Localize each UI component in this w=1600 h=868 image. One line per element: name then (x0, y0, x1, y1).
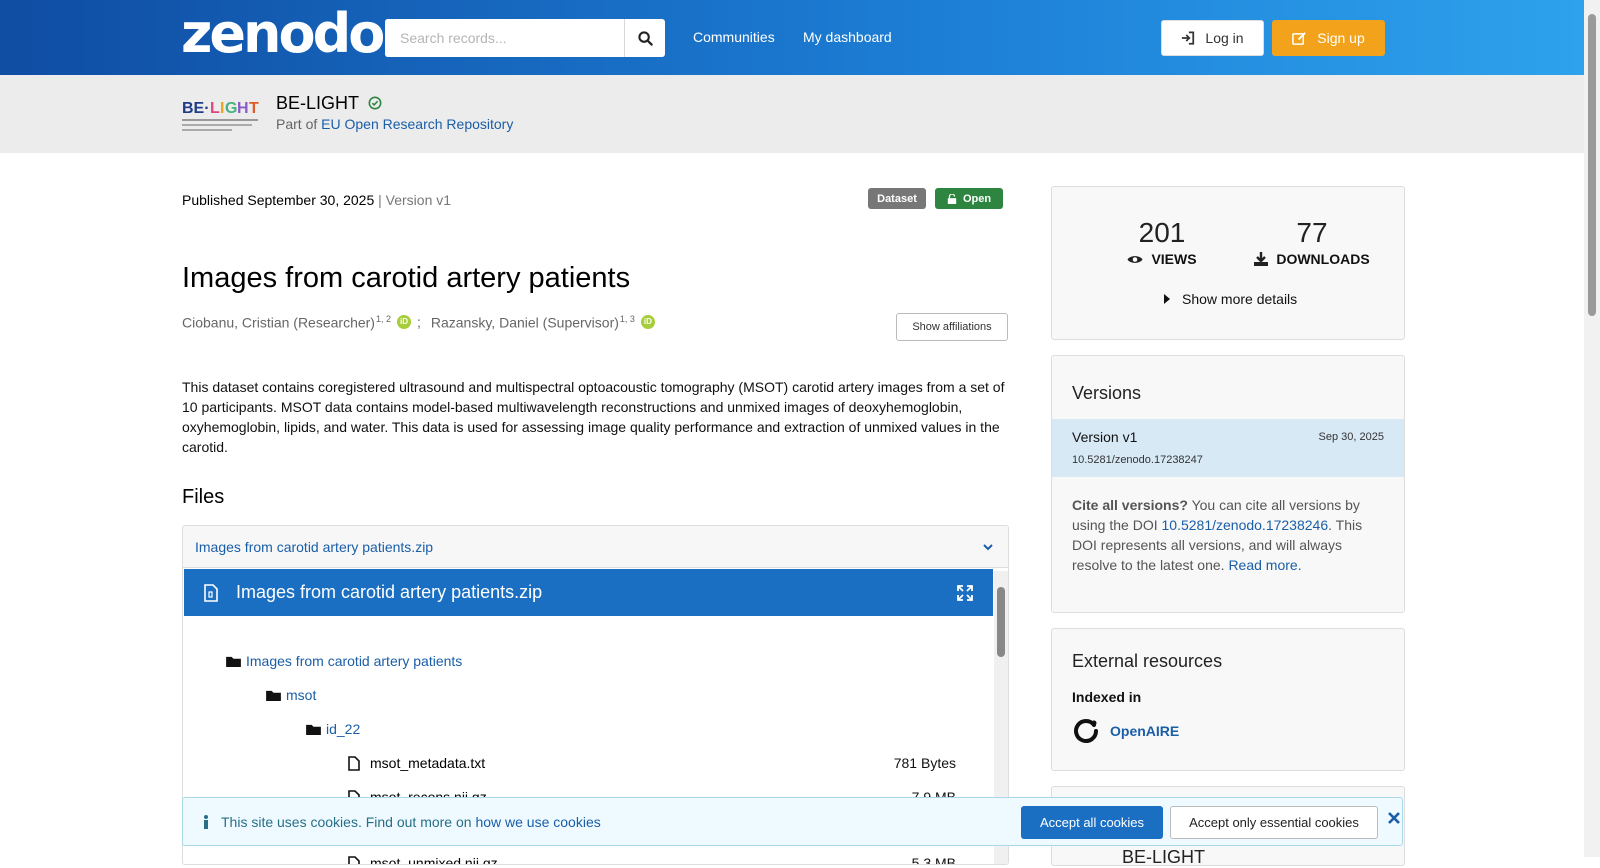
chevron-down-icon[interactable] (982, 541, 994, 553)
signup-label: Sign up (1317, 30, 1365, 46)
cookie-message: This site uses cookies. Find out more on… (221, 813, 601, 830)
nav-communities[interactable]: Communities (693, 29, 775, 45)
record-title: Images from carotid artery patients (182, 262, 631, 294)
tree-file: msot_unmixed.nii.gz 5.3 MB (348, 853, 993, 864)
parent-community-link[interactable]: EU Open Research Repository (321, 116, 513, 132)
search-icon (637, 30, 653, 46)
search-box (385, 19, 665, 57)
eye-icon (1127, 255, 1143, 263)
show-affiliations-button[interactable]: Show affiliations (896, 313, 1008, 341)
orcid-icon[interactable]: iD (396, 315, 411, 330)
community-title: BE-LIGHT (276, 93, 382, 114)
archive-file-link[interactable]: Images from carotid artery patients.zip (195, 539, 433, 555)
tree-folder[interactable]: id_22 (306, 719, 360, 739)
page-scrollbar[interactable] (1584, 0, 1600, 857)
community-name: BE-LIGHT (276, 93, 359, 113)
part-of-label: Part of (276, 116, 318, 132)
search-button[interactable] (624, 19, 665, 57)
svg-text:I: I (220, 100, 224, 117)
external-resources-heading: External resources (1072, 651, 1223, 671)
unlock-icon (947, 193, 957, 204)
svg-text:BE·: BE· (182, 100, 210, 117)
close-icon[interactable] (1388, 812, 1400, 824)
community-parent: Part of EU Open Research Repository (276, 116, 513, 132)
folder-icon (306, 724, 321, 735)
cookie-banner: This site uses cookies. Find out more on… (182, 797, 1403, 846)
published-date: Published September 30, 2025 (182, 192, 375, 208)
preview-scrollbar-thumb[interactable] (997, 587, 1005, 657)
external-resources-card: External resources Indexed in OpenAIRE (1051, 628, 1405, 771)
tree-folder[interactable]: Images from carotid artery patients (226, 651, 462, 671)
version-label: | Version v1 (378, 192, 452, 208)
folder-icon (266, 690, 281, 701)
folder-icon (226, 656, 241, 667)
version-item[interactable]: Version v1 Sep 30, 2025 10.5281/zenodo.1… (1052, 419, 1404, 477)
nav-my-dashboard[interactable]: My dashboard (803, 29, 892, 45)
expand-icon[interactable] (957, 584, 973, 601)
show-more-details-button[interactable]: Show more details (1164, 291, 1297, 307)
versions-heading: Versions (1072, 383, 1142, 403)
views-stat: 201 VIEWS (1112, 217, 1212, 267)
preview-title: Images from carotid artery patients.zip (236, 582, 543, 602)
accept-essential-cookies-button[interactable]: Accept only essential cookies (1170, 806, 1378, 839)
page-scrollbar-thumb[interactable] (1588, 14, 1596, 316)
search-input[interactable] (385, 19, 624, 57)
verified-icon (368, 96, 382, 110)
signup-button[interactable]: Sign up (1272, 20, 1385, 56)
read-more-link[interactable]: Read more. (1228, 557, 1301, 573)
creator-link[interactable]: Ciobanu, Cristian (Researcher)1, 2 (182, 314, 391, 331)
login-button[interactable]: Log in (1161, 20, 1264, 56)
caret-right-icon (1164, 294, 1170, 304)
views-count: 201 (1138, 217, 1186, 248)
creator-link[interactable]: Razansky, Daniel (Supervisor)1, 3 (431, 314, 635, 331)
stats-card: 201 VIEWS 77 DOWNLOADS Show more details (1051, 186, 1405, 340)
file-icon (348, 755, 360, 771)
openaire-icon (1074, 719, 1098, 743)
resource-type-badge: Dataset (868, 188, 926, 209)
openaire-label[interactable]: OpenAIRE (1110, 723, 1179, 739)
file-size: 781 Bytes (893, 755, 956, 771)
version-item-label[interactable]: Version v1 (1072, 429, 1137, 445)
info-icon (204, 815, 208, 829)
cite-all-versions: Cite all versions? You can cite all vers… (1072, 497, 1363, 573)
zenodo-logo[interactable]: zenodo (181, 6, 385, 62)
versions-card: Versions Version v1 Sep 30, 2025 10.5281… (1051, 355, 1405, 613)
svg-text:L: L (210, 100, 220, 117)
cite-all-heading: Cite all versions? (1072, 497, 1188, 513)
download-icon (1254, 252, 1269, 266)
show-more-details-label: Show more details (1182, 291, 1298, 307)
svg-text:H: H (237, 100, 249, 117)
community-card-title: BE-LIGHT (1122, 847, 1206, 867)
concept-doi-link[interactable]: 10.5281/zenodo.17238246 (1162, 517, 1329, 533)
downloads-label: DOWNLOADS (1276, 251, 1370, 267)
creators-list: Ciobanu, Cristian (Researcher)1, 2 iD ; … (182, 314, 661, 331)
views-label: VIEWS (1151, 251, 1197, 267)
preview-header: Images from carotid artery patients.zip (184, 569, 993, 616)
edit-icon (1292, 31, 1307, 45)
top-navbar: zenodo Communities My dashboard Log in S… (0, 0, 1584, 75)
orcid-icon[interactable]: iD (640, 315, 655, 330)
publication-info: Published September 30, 2025 | Version v… (182, 192, 451, 208)
version-item-date: Sep 30, 2025 (1318, 431, 1384, 443)
cookie-policy-link[interactable]: how we use cookies (475, 814, 600, 830)
sign-in-icon (1182, 31, 1195, 45)
files-heading: Files (182, 486, 225, 508)
tree-file: msot_metadata.txt 781 Bytes (348, 753, 993, 773)
indexed-in-label: Indexed in (1072, 689, 1142, 705)
login-label: Log in (1205, 30, 1244, 46)
svg-text:T: T (249, 100, 259, 117)
be-light-logo[interactable]: BE· L I G H T (182, 89, 262, 137)
accept-all-cookies-button[interactable]: Accept all cookies (1021, 806, 1163, 839)
file-accordion-header[interactable]: Images from carotid artery patients.zip (183, 526, 1008, 568)
record-description: This dataset contains coregistered ultra… (182, 379, 1005, 455)
tree-folder[interactable]: msot (266, 685, 316, 705)
access-label: Open (962, 192, 992, 205)
downloads-stat: 77 DOWNLOADS (1242, 217, 1382, 267)
downloads-count: 77 (1296, 217, 1328, 248)
access-badge: Open (935, 188, 1003, 209)
svg-text:G: G (225, 100, 237, 117)
openaire-link[interactable]: OpenAIRE (1072, 717, 1179, 745)
version-item-doi: 10.5281/zenodo.17238247 (1072, 454, 1203, 466)
file-archive-icon (204, 583, 218, 602)
